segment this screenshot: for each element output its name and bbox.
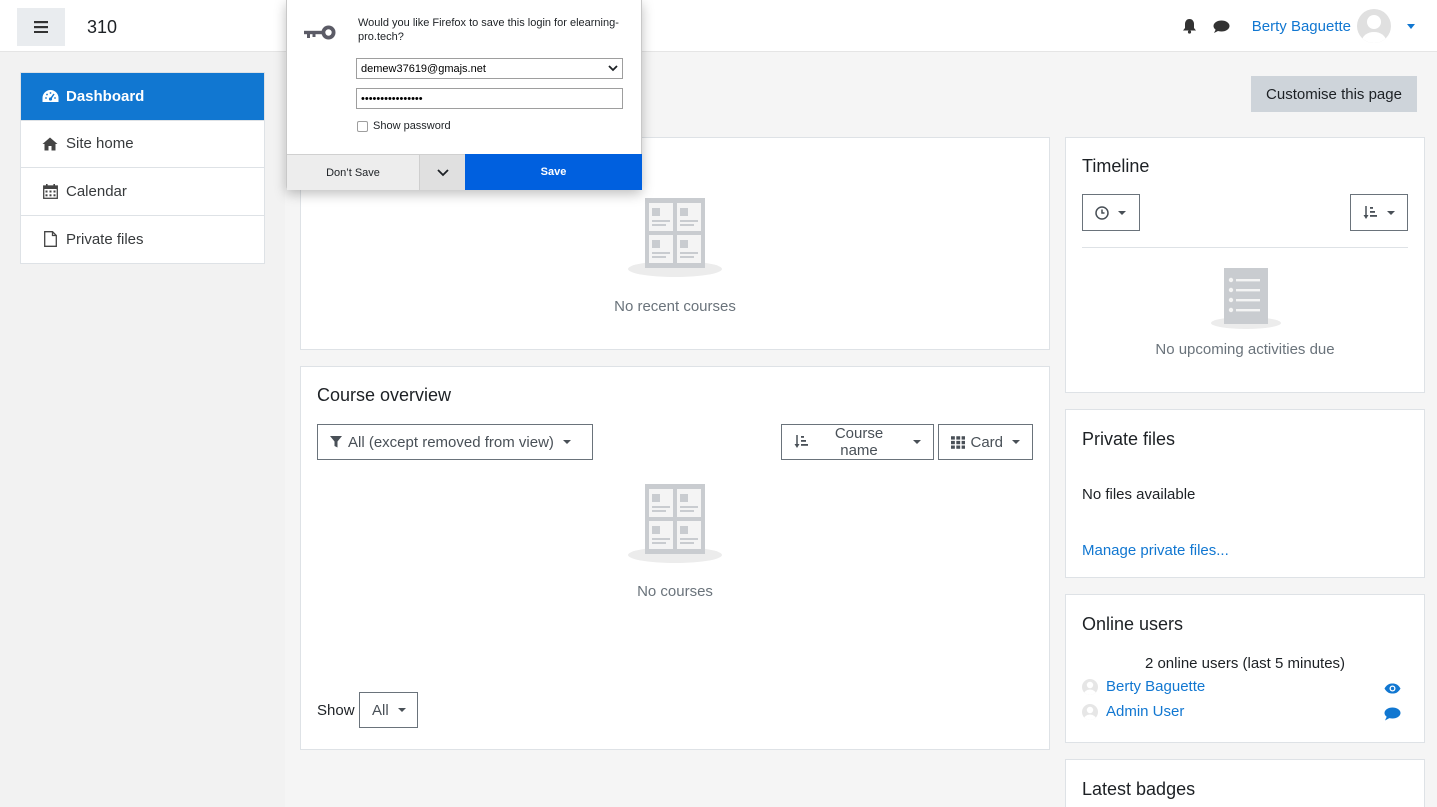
site-name[interactable]: 310	[87, 17, 117, 38]
empty-courses-icon	[628, 198, 722, 277]
timeline-card: Timeline No upcoming activities due	[1065, 137, 1425, 393]
course-overview-card: Course overview All (except removed from…	[300, 366, 1050, 750]
username-value: demew37619@gmajs.net	[361, 62, 486, 75]
show-count-value: All	[372, 701, 389, 719]
nav-list: Dashboard Site home Calendar Private fil…	[20, 72, 265, 264]
timeline-divider	[1082, 247, 1408, 248]
nav-item-site-home[interactable]: Site home	[21, 121, 264, 168]
show-password-label: Show password	[373, 120, 451, 132]
latest-badges-card: Latest badges	[1065, 759, 1425, 807]
timeline-title: Timeline	[1082, 156, 1150, 176]
chevron-down-icon	[562, 440, 571, 444]
chevron-down-icon	[608, 65, 618, 72]
chevron-down-icon	[1118, 210, 1126, 215]
course-sort-dropdown[interactable]: Course name	[781, 424, 934, 460]
online-users-title: Online users	[1082, 614, 1184, 634]
calendar-icon	[41, 182, 59, 200]
course-view-label: Card	[970, 433, 1003, 451]
file-icon	[41, 230, 59, 248]
sort-icon	[794, 435, 808, 448]
online-users-summary: 2 online users (last 5 minutes)	[1144, 655, 1346, 672]
password-value: ••••••••••••••••	[361, 92, 423, 105]
user-menu-caret-icon[interactable]	[1407, 23, 1415, 29]
password-field[interactable]: ••••••••••••••••	[356, 88, 623, 109]
online-users-card: Online users 2 online users (last 5 minu…	[1065, 594, 1425, 743]
save-login-question: Would you like Firefox to save this logi…	[358, 17, 619, 43]
customise-page-button[interactable]: Customise this page	[1251, 76, 1417, 112]
nav-item-label: Site home	[66, 135, 134, 153]
user-menu-area: Berty Baguette	[1180, 9, 1415, 43]
show-count-dropdown[interactable]: All	[359, 692, 418, 728]
sort-icon	[1363, 205, 1377, 219]
empty-courses-icon	[628, 484, 722, 563]
timeline-sort-dropdown[interactable]	[1350, 194, 1408, 231]
nav-item-label: Dashboard	[66, 87, 145, 105]
username-select[interactable]: demew37619@gmajs.net	[356, 58, 623, 79]
course-overview-title: Course overview	[317, 385, 452, 405]
message-icon[interactable]	[1384, 707, 1401, 721]
online-user-link[interactable]: Berty Baguette	[1106, 678, 1205, 695]
dashboard-icon	[41, 87, 59, 105]
course-filter-label: All (except removed from view)	[348, 433, 554, 451]
save-login-button[interactable]: Save	[465, 154, 642, 190]
show-password-option[interactable]: Show password	[357, 120, 451, 132]
popup-buttons: Don’t Save Save	[287, 154, 642, 190]
chevron-down-icon	[913, 440, 921, 444]
nav-item-dashboard[interactable]: Dashboard	[21, 73, 264, 121]
chevron-down-icon	[1387, 210, 1395, 215]
course-filter-dropdown[interactable]: All (except removed from view)	[317, 424, 593, 460]
dont-save-button[interactable]: Don’t Save	[287, 154, 419, 190]
eye-icon[interactable]	[1384, 683, 1401, 694]
nav-item-label: Calendar	[66, 182, 127, 200]
avatar	[1082, 678, 1098, 695]
nav-item-private-files[interactable]: Private files	[21, 216, 264, 264]
menu-toggle-button[interactable]	[17, 8, 65, 46]
private-files-empty-text: No files available	[1082, 486, 1196, 503]
more-options-button[interactable]	[419, 154, 465, 190]
home-icon	[41, 135, 59, 153]
filter-icon	[330, 436, 342, 448]
online-user-link[interactable]: Admin User	[1106, 703, 1184, 720]
firefox-save-login-popup: Would you like Firefox to save this logi…	[286, 0, 642, 190]
messages-icon[interactable]	[1212, 16, 1232, 36]
user-name[interactable]: Berty Baguette	[1252, 18, 1351, 35]
user-avatar[interactable]	[1357, 9, 1391, 43]
chevron-down-icon	[1012, 440, 1020, 444]
course-overview-empty-text: No courses	[637, 583, 713, 600]
show-label: Show	[317, 702, 355, 719]
hamburger-icon	[34, 21, 48, 33]
nav-item-label: Private files	[66, 230, 144, 248]
chevron-down-icon	[397, 708, 406, 712]
chevron-down-icon	[436, 168, 449, 176]
latest-badges-title: Latest badges	[1082, 779, 1196, 799]
timeline-empty-text: No upcoming activities due	[1155, 341, 1335, 358]
clock-icon	[1095, 205, 1109, 220]
manage-private-files-link[interactable]: Manage private files...	[1082, 542, 1229, 559]
avatar	[1082, 703, 1098, 720]
show-password-checkbox[interactable]	[357, 120, 368, 132]
private-files-title: Private files	[1082, 429, 1176, 449]
recent-courses-empty-text: No recent courses	[614, 298, 736, 315]
grid-icon	[951, 435, 966, 449]
key-icon	[304, 25, 336, 40]
online-user-row: Admin User	[1082, 703, 1184, 720]
bell-icon[interactable]	[1180, 16, 1200, 36]
timeline-filter-dropdown[interactable]	[1082, 194, 1140, 231]
top-navbar: 310 Berty Baguette	[0, 0, 1437, 52]
private-files-card: Private files No files available Manage …	[1065, 409, 1425, 578]
course-sort-label: Course name	[834, 425, 884, 459]
course-view-dropdown[interactable]: Card	[938, 424, 1033, 460]
online-user-row: Berty Baguette	[1082, 678, 1205, 695]
empty-list-icon	[1211, 268, 1281, 329]
nav-item-calendar[interactable]: Calendar	[21, 168, 264, 216]
